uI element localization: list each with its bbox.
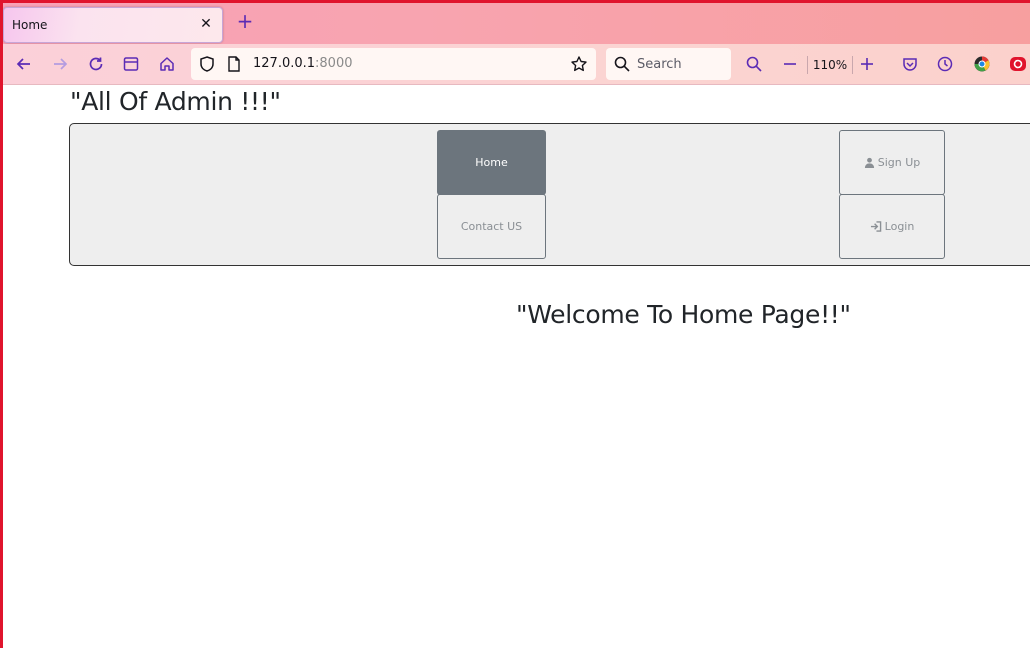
tab-strip: Home ✕ + [0,0,1030,44]
close-tab-icon[interactable]: ✕ [198,16,214,32]
color-extension-icon[interactable] [972,54,992,74]
nav-signup-label: Sign Up [877,156,921,169]
nav-login-label: Login [884,220,915,233]
zoom-level[interactable]: 110% [807,56,853,74]
home-icon[interactable] [157,54,177,74]
window-edge [0,0,3,648]
history-clock-icon[interactable] [935,54,955,74]
bookmark-star-icon[interactable] [569,54,589,74]
login-icon [870,221,881,232]
site-navbar: Home Contact US Sign Up Login [69,123,1030,266]
zoom-out-icon[interactable] [780,54,800,74]
nav-login-button[interactable]: Login [839,194,945,259]
back-arrow-icon[interactable] [14,54,34,74]
red-extension-icon[interactable] [1008,54,1028,74]
shield-icon[interactable] [197,54,217,74]
navigation-toolbar: 127.0.0.1:8000 Search 110% [0,44,1030,85]
nav-contact-label: Contact US [460,220,523,233]
nav-home-button[interactable]: Home [437,130,546,195]
nav-signup-button[interactable]: Sign Up [839,130,945,195]
url-host: 127.0.0.1 [253,56,316,71]
url-bar[interactable]: 127.0.0.1:8000 [191,48,596,80]
welcome-message: "Welcome To Home Page!!" [516,300,851,329]
url-text[interactable]: 127.0.0.1:8000 [253,56,353,71]
page-icon [224,54,244,74]
zoom-in-icon[interactable] [857,54,877,74]
tab-home[interactable]: Home ✕ [3,7,223,43]
forward-arrow-icon[interactable] [50,54,70,74]
new-tab-plus-icon[interactable]: + [236,11,254,31]
search-bar[interactable]: Search [606,48,731,80]
search-icon [612,54,632,74]
sidebar-icon[interactable] [121,54,141,74]
nav-contact-button[interactable]: Contact US [437,194,546,259]
reload-icon[interactable] [86,54,106,74]
nav-home-label: Home [475,156,508,169]
url-port: :8000 [315,56,353,71]
page-title: "All Of Admin !!!" [70,87,281,116]
search-placeholder: Search [637,57,682,72]
pocket-icon[interactable] [900,54,920,74]
user-icon [864,157,874,168]
zoom-search-icon[interactable] [744,54,764,74]
tab-title: Home [12,18,48,32]
